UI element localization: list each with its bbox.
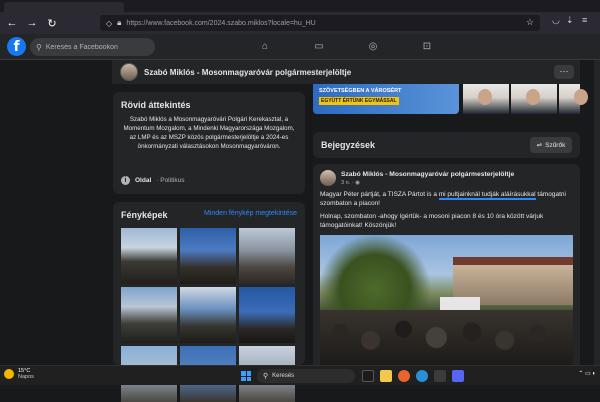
taskbar-search-label: Keresés bbox=[272, 373, 295, 379]
windows-start-icon[interactable] bbox=[241, 371, 251, 381]
taskbar-search[interactable]: ⚲ Keresés bbox=[257, 369, 355, 383]
reload-icon[interactable]: ↻ bbox=[44, 15, 60, 31]
intro-card: Rövid áttekintés Szabó Miklós a Mosonmag… bbox=[113, 92, 305, 194]
search-icon: ⚲ bbox=[263, 373, 269, 380]
firefox-icon[interactable] bbox=[398, 370, 410, 382]
menu-icon[interactable]: ≡ bbox=[582, 15, 587, 25]
browser-tab-strip bbox=[0, 0, 600, 12]
photo-thumbnail[interactable] bbox=[180, 228, 236, 284]
app-icon[interactable] bbox=[434, 370, 446, 382]
more-options-button[interactable]: ··· bbox=[554, 65, 574, 79]
posts-header: Bejegyzések ⇌ Szűrők bbox=[313, 132, 580, 158]
banner-line-1: SZÖVETSÉGBEN A VÁROSÉRT bbox=[319, 88, 402, 94]
bookmark-star-icon[interactable]: ☆ bbox=[526, 17, 534, 28]
page-category: i Oldal · Politikus bbox=[121, 176, 184, 185]
weather-condition: Napos bbox=[18, 374, 34, 380]
address-bar[interactable]: ◇ 🔒︎ https://www.facebook.com/2024.szabo… bbox=[100, 15, 540, 31]
facebook-search[interactable]: ⚲ bbox=[30, 38, 155, 56]
url-text: https://www.facebook.com/2024.szabo.mikl… bbox=[126, 19, 316, 27]
file-explorer-icon[interactable] bbox=[380, 370, 392, 382]
page-category-label: Oldal bbox=[135, 177, 152, 184]
shield-icon: ◇ bbox=[106, 18, 113, 28]
see-all-photos-link[interactable]: Minden fénykép megtekintése bbox=[204, 210, 297, 217]
forward-icon[interactable]: → bbox=[24, 15, 40, 31]
filters-label: Szűrők bbox=[545, 141, 566, 149]
page-title[interactable]: Szabó Miklós - Mosonmagyaróvár polgármes… bbox=[144, 68, 351, 77]
groups-icon[interactable]: ◎ bbox=[366, 40, 380, 54]
page-header: Szabó Miklós - Mosonmagyaróvár polgármes… bbox=[112, 60, 580, 84]
windows-taskbar: 15°C Napos ⚲ Keresés ⌃ ▭ ◐ bbox=[0, 365, 600, 385]
photo-thumbnail[interactable] bbox=[239, 287, 295, 343]
sun-icon bbox=[4, 369, 14, 379]
edge-icon[interactable] bbox=[416, 370, 428, 382]
task-view-icon[interactable] bbox=[362, 370, 374, 382]
globe-icon: ◉ bbox=[355, 180, 360, 186]
gaming-icon[interactable]: ⊡ bbox=[420, 40, 434, 54]
intro-title: Rövid áttekintés bbox=[121, 100, 191, 110]
facebook-top-nav: f ⚲ ⌂ ▭ ◎ ⊡ bbox=[0, 34, 600, 60]
photo-thumbnail[interactable] bbox=[121, 228, 177, 284]
market-tent bbox=[440, 297, 480, 311]
video-icon[interactable]: ▭ bbox=[312, 40, 326, 54]
filters-button[interactable]: ⇌ Szűrők bbox=[530, 137, 572, 153]
cover-portrait bbox=[511, 84, 557, 114]
app-icon[interactable] bbox=[452, 370, 464, 382]
page-category-type: · Politikus bbox=[156, 177, 185, 184]
post-text-1-part: Magyar Péter pártját, a TISZA Pártot is … bbox=[320, 191, 439, 198]
post-photo[interactable] bbox=[320, 235, 573, 365]
post-author-avatar[interactable] bbox=[320, 170, 336, 186]
back-icon[interactable]: ← bbox=[4, 15, 20, 31]
weather-widget[interactable]: 15°C Napos bbox=[4, 368, 34, 380]
photo-thumbnail[interactable] bbox=[180, 287, 236, 343]
post-author[interactable]: Szabó Miklós - Mosonmagyaróvár polgármes… bbox=[341, 171, 514, 178]
banner-line-2: EGYÜTT ÉRTÜNK EGYMÁSSAL bbox=[319, 97, 399, 105]
browser-tab[interactable] bbox=[4, 2, 124, 12]
intro-text: Szabó Miklós a Mosonmagyaróvári Polgári … bbox=[123, 116, 295, 150]
lock-icon: 🔒︎ bbox=[117, 18, 122, 27]
search-input[interactable] bbox=[45, 43, 146, 51]
cover-banner: SZÖVETSÉGBEN A VÁROSÉRT EGYÜTT ÉRTÜNK EG… bbox=[313, 84, 459, 114]
weather-text: 15°C Napos bbox=[18, 368, 34, 380]
page-scrollbar[interactable] bbox=[594, 60, 600, 365]
filter-icon: ⇌ bbox=[536, 142, 543, 149]
download-icon[interactable]: ⇣ bbox=[566, 15, 574, 26]
pocket-icon[interactable]: ◡ bbox=[552, 15, 560, 26]
cover-portrait bbox=[463, 84, 509, 114]
post-text-1: Magyar Péter pártját, a TISZA Pártot is … bbox=[320, 190, 572, 208]
photo-thumbnail[interactable] bbox=[121, 287, 177, 343]
cover-portrait bbox=[559, 84, 588, 114]
facebook-logo[interactable]: f bbox=[7, 37, 26, 56]
search-icon: ⚲ bbox=[36, 42, 42, 52]
posts-title: Bejegyzések bbox=[321, 140, 376, 150]
info-icon: i bbox=[121, 176, 130, 185]
post-date-text: 3 n. · bbox=[341, 180, 356, 186]
photo-thumbnail[interactable] bbox=[239, 228, 295, 284]
crowd bbox=[320, 310, 573, 365]
post-date[interactable]: 3 n. · ◉ bbox=[341, 180, 360, 186]
post-text-1-highlight: mi pultjainknál tudják aláírásukkal bbox=[438, 191, 536, 200]
photos-card: Fényképek Minden fénykép megtekintése bbox=[113, 202, 305, 402]
home-icon[interactable]: ⌂ bbox=[258, 40, 272, 54]
post: Szabó Miklós - Mosonmagyaróvár polgármes… bbox=[313, 164, 580, 365]
system-tray[interactable]: ⌃ ▭ ◐ bbox=[578, 370, 596, 377]
page-avatar[interactable] bbox=[120, 63, 138, 81]
post-text-2: Holnap, szombaton -ahogy ígértük- a moso… bbox=[320, 213, 544, 229]
